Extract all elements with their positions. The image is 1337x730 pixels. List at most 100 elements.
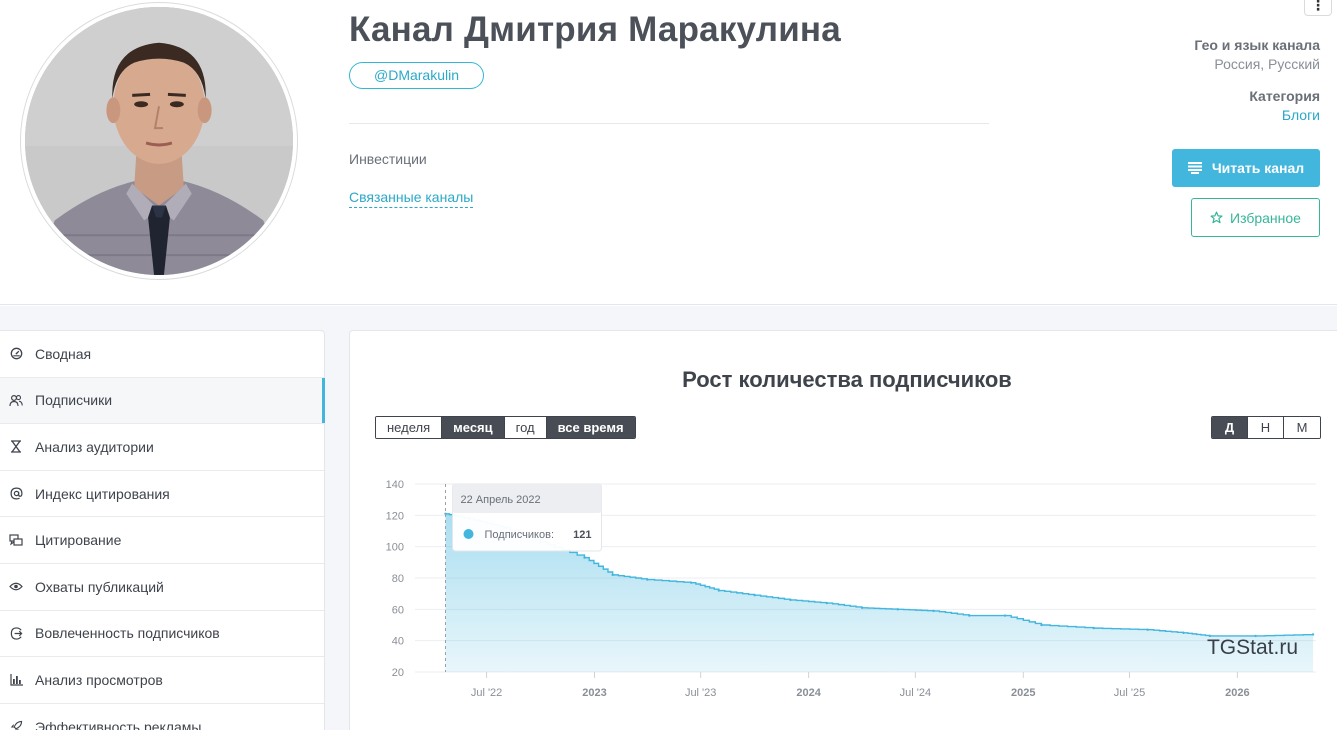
series-point bbox=[690, 581, 693, 584]
geo-label: Гео и язык канала bbox=[1194, 37, 1320, 53]
x-tick-label: 2025 bbox=[1011, 687, 1035, 699]
sidebar-item-citation-index[interactable]: Индекс цитирования bbox=[0, 471, 324, 518]
sidebar-item-summary[interactable]: Сводная bbox=[0, 331, 324, 378]
series-point bbox=[753, 594, 756, 597]
y-tick-label: 80 bbox=[392, 573, 404, 585]
feed-icon bbox=[1187, 162, 1202, 174]
category-block: Категория Блоги bbox=[1249, 88, 1320, 123]
series-point bbox=[583, 556, 586, 559]
hourglass-icon bbox=[9, 440, 23, 454]
series-point bbox=[1040, 623, 1043, 627]
series-point bbox=[717, 589, 721, 592]
period-selector: неделя месяц год все время bbox=[375, 416, 636, 439]
tooltip-series-label: Подписчиков: bbox=[485, 529, 555, 541]
series-point bbox=[860, 606, 864, 609]
geo-block: Гео и язык канала Россия, Русский bbox=[1194, 37, 1320, 72]
sidebar-item-label: Индекс цитирования bbox=[35, 485, 170, 502]
period-month-button[interactable]: месяц bbox=[442, 417, 505, 438]
at-icon bbox=[9, 487, 23, 501]
sidebar-item-label: Цитирование bbox=[35, 532, 122, 549]
eye-icon bbox=[9, 580, 23, 594]
series-point bbox=[896, 608, 899, 611]
y-tick-label: 140 bbox=[386, 479, 404, 491]
tooltip-date: 22 Апрель 2022 bbox=[461, 494, 541, 506]
y-tick-label: 40 bbox=[392, 636, 404, 648]
read-channel-label: Читать канал bbox=[1211, 160, 1305, 176]
sidebar-item-audience-analysis[interactable]: Анализ аудитории bbox=[0, 424, 324, 471]
avatar-photo bbox=[25, 7, 293, 275]
x-tick-label: 2026 bbox=[1225, 687, 1249, 699]
granularity-week-button[interactable]: Н bbox=[1248, 417, 1284, 438]
series-point bbox=[1146, 628, 1149, 631]
channel-description: Инвестиции bbox=[349, 151, 427, 167]
period-week-button[interactable]: неделя bbox=[376, 417, 443, 438]
sidebar-item-label: Сводная bbox=[35, 345, 92, 362]
x-tick-label: Jul '24 bbox=[900, 687, 931, 699]
tooltip-value: 121 bbox=[573, 529, 591, 541]
y-tick-label: 60 bbox=[392, 604, 404, 616]
quote-icon bbox=[9, 533, 23, 547]
granularity-selector: Д Н М bbox=[1211, 416, 1321, 439]
more-menu-button[interactable]: ⋮ bbox=[1304, 0, 1332, 16]
y-tick-label: 20 bbox=[392, 667, 404, 679]
favorite-label: Избранное bbox=[1230, 209, 1301, 226]
x-tick-label: Jul '23 bbox=[685, 687, 716, 699]
channel-handle-badge[interactable]: @DMarakulin bbox=[349, 62, 485, 89]
gauge-icon bbox=[9, 347, 23, 361]
sidebar-item-label: Эффективность рекламы bbox=[35, 718, 202, 730]
granularity-day-button[interactable]: Д bbox=[1212, 417, 1248, 438]
series-point bbox=[1092, 626, 1095, 630]
y-tick-label: 120 bbox=[386, 510, 404, 522]
more-vertical-icon: ⋮ bbox=[1311, 0, 1325, 13]
series-point bbox=[932, 609, 935, 613]
y-tick-label: 100 bbox=[386, 542, 404, 554]
rocket-icon bbox=[9, 720, 23, 730]
x-tick-label: 2023 bbox=[582, 687, 606, 699]
sidebar-item-label: Анализ просмотров bbox=[35, 671, 163, 688]
series-point bbox=[789, 598, 792, 602]
subscribers-area-chart[interactable]: 20 40 60 80 100 120 140 Jul '22 2023 Jul '23 2024 J… bbox=[350, 456, 1337, 726]
engagement-icon bbox=[9, 626, 23, 640]
stats-sidebar: Сводная Подписчики Анализ аудитории Инде… bbox=[0, 330, 325, 730]
sidebar-item-engagement[interactable]: Вовлеченность подписчиков bbox=[0, 611, 324, 658]
read-channel-button[interactable]: Читать канал bbox=[1172, 149, 1320, 187]
users-icon bbox=[9, 393, 23, 407]
sidebar-item-subscribers[interactable]: Подписчики bbox=[0, 377, 325, 425]
tooltip-series-dot bbox=[463, 529, 474, 539]
series-point bbox=[968, 614, 971, 617]
granularity-month-button[interactable]: М bbox=[1284, 417, 1320, 438]
sidebar-item-ad-efficiency[interactable]: Эффективность рекламы bbox=[0, 704, 324, 730]
favorite-button[interactable]: Избранное bbox=[1191, 198, 1320, 237]
channel-header: Канал Дмитрия Маракулина @DMarakulin Инв… bbox=[0, 0, 1337, 305]
star-icon bbox=[1210, 211, 1223, 224]
series-point bbox=[646, 578, 649, 581]
category-link[interactable]: Блоги bbox=[1249, 107, 1320, 123]
sidebar-item-label: Вовлеченность подписчиков bbox=[35, 625, 220, 642]
header-divider bbox=[349, 123, 989, 124]
related-channels-link[interactable]: Связанные каналы bbox=[349, 189, 474, 208]
chart-tooltip: 22 Апрель 2022 Подписчиков: 121 bbox=[452, 483, 603, 552]
x-tick-label: Jul '22 bbox=[471, 687, 502, 699]
period-year-button[interactable]: год bbox=[504, 417, 547, 438]
series-point bbox=[1003, 614, 1007, 617]
channel-title: Канал Дмитрия Маракулина bbox=[349, 10, 841, 49]
series-point bbox=[1182, 631, 1185, 635]
sidebar-item-label: Подписчики bbox=[35, 392, 113, 409]
series-point bbox=[825, 601, 828, 605]
geo-value: Россия, Русский bbox=[1214, 56, 1320, 72]
sidebar-item-citations[interactable]: Цитирование bbox=[0, 517, 324, 564]
category-label: Категория bbox=[1249, 88, 1320, 104]
sidebar-item-post-reach[interactable]: Охваты публикаций bbox=[0, 564, 324, 611]
series-point bbox=[611, 573, 614, 577]
sidebar-item-views-analysis[interactable]: Анализ просмотров bbox=[0, 657, 324, 704]
subscribers-chart-panel: Рост количества подписчиков неделя месяц… bbox=[349, 330, 1337, 730]
tgstat-watermark: TGStat.ru bbox=[1207, 636, 1298, 659]
chart-title: Рост количества подписчиков bbox=[682, 367, 1012, 392]
period-all-time-button[interactable]: все время bbox=[546, 417, 635, 438]
channel-avatar bbox=[20, 2, 298, 280]
sidebar-item-label: Охваты публикаций bbox=[35, 578, 164, 595]
x-tick-label: 2024 bbox=[796, 687, 821, 699]
bar-chart-icon bbox=[9, 673, 23, 687]
sidebar-item-label: Анализ аудитории bbox=[35, 438, 154, 455]
x-tick-label: Jul '25 bbox=[1114, 687, 1145, 699]
